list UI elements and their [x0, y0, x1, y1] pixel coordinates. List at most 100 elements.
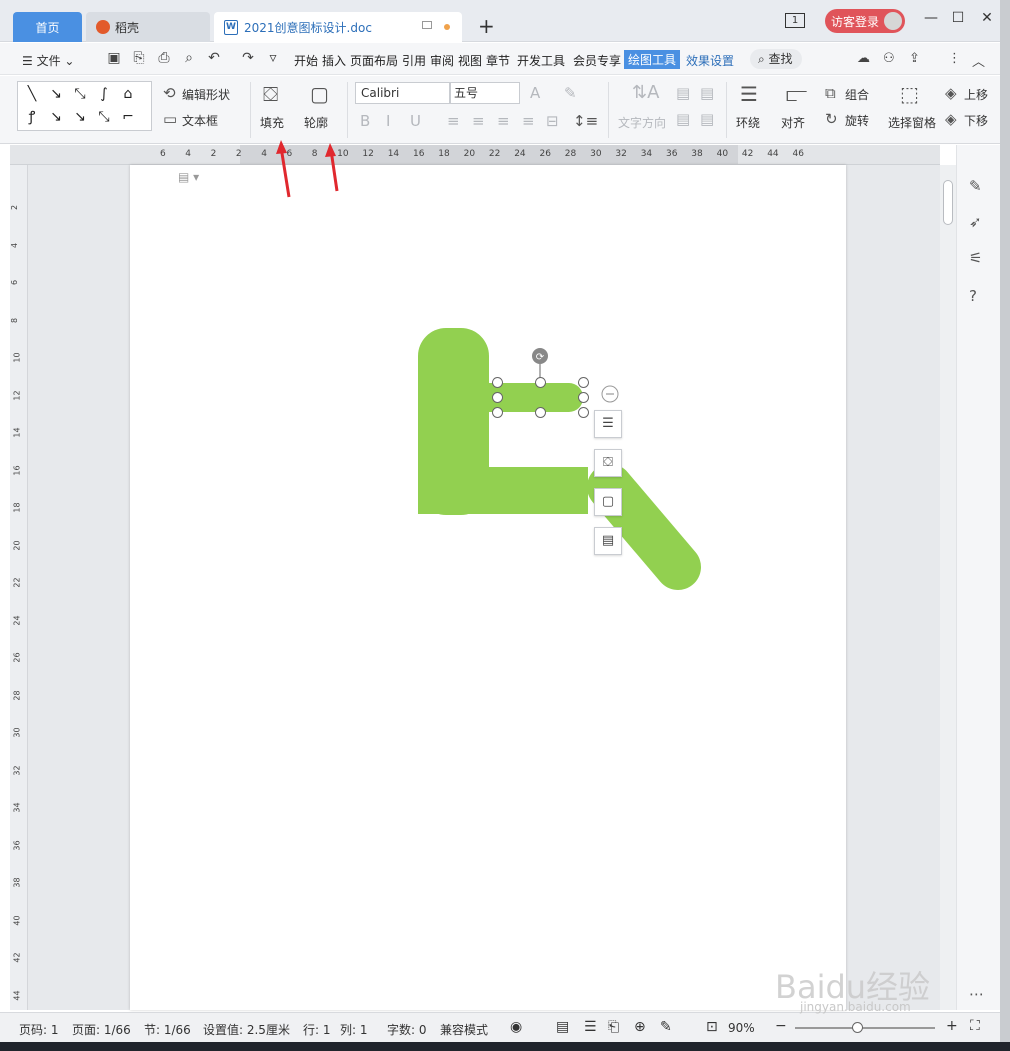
- curve-icon[interactable]: ∫: [94, 85, 114, 103]
- menu-draw-tools[interactable]: 绘图工具: [624, 50, 681, 69]
- line-spacing-icon[interactable]: ↕≡: [573, 112, 598, 130]
- export-icon[interactable]: ⎘: [131, 50, 147, 66]
- zoom-out-icon[interactable]: −: [775, 1018, 787, 1034]
- align-right-icon[interactable]: ≡: [497, 112, 510, 130]
- menu-view[interactable]: 视图: [458, 52, 482, 69]
- web-view-icon[interactable]: ⊕: [634, 1019, 646, 1035]
- resize-handle-w[interactable]: [492, 392, 503, 403]
- tab-daoke[interactable]: 稻壳: [86, 12, 210, 42]
- font-size-select[interactable]: 五号: [450, 82, 520, 104]
- rotate-button[interactable]: 旋转: [845, 112, 869, 129]
- search-button[interactable]: ⌕ 查找: [750, 49, 802, 69]
- status-words[interactable]: 字数: 0: [387, 1021, 427, 1038]
- align-button[interactable]: 对齐: [781, 114, 805, 131]
- page-view-icon[interactable]: ▤: [556, 1019, 569, 1035]
- status-pages[interactable]: 页面: 1/66: [72, 1021, 131, 1038]
- double-arrow-icon[interactable]: ⤡: [70, 85, 90, 103]
- highlight-icon[interactable]: ✎: [564, 84, 577, 102]
- print-preview-icon[interactable]: ⌕: [181, 50, 197, 66]
- shape-selected-bar[interactable]: [466, 383, 583, 412]
- tab-document[interactable]: W 2021创意图标设计.doc: [214, 12, 462, 42]
- save-icon[interactable]: ▣: [106, 50, 122, 66]
- font-name-select[interactable]: Calibri: [355, 82, 450, 104]
- connector-icon[interactable]: ↘: [46, 108, 66, 126]
- help-icon[interactable]: ?: [969, 287, 977, 305]
- line-icon[interactable]: ╲: [22, 85, 42, 103]
- fullscreen-icon[interactable]: ⛶: [970, 1018, 980, 1034]
- bold-icon[interactable]: B: [360, 112, 370, 130]
- pointer-icon[interactable]: ➶: [969, 213, 982, 231]
- menu-dev-tools[interactable]: 开发工具: [517, 52, 565, 69]
- float-fill-button[interactable]: ⛋: [594, 449, 622, 477]
- status-setting[interactable]: 设置值: 2.5厘米: [203, 1021, 290, 1038]
- add-user-icon[interactable]: ⚇: [883, 51, 895, 66]
- share-icon[interactable]: ⇪: [909, 51, 920, 66]
- redo-icon[interactable]: ↷: [240, 50, 256, 66]
- wrap-button[interactable]: 环绕: [736, 114, 760, 131]
- eye-protect-icon[interactable]: ◉: [510, 1019, 522, 1035]
- vertical-scrollbar[interactable]: [940, 165, 956, 1010]
- customize-icon[interactable]: ▿: [265, 50, 281, 66]
- window-count-badge[interactable]: 1: [785, 13, 805, 28]
- connector-arrow-icon[interactable]: ↘: [70, 108, 90, 126]
- document-page[interactable]: ▤ ▾ ⟳ ☰ ⛋ ▢ ▤: [130, 165, 846, 1010]
- group-button[interactable]: 组合: [845, 86, 869, 103]
- shape-horizontal-bar[interactable]: [418, 467, 588, 514]
- zoom-slider[interactable]: [795, 1027, 935, 1029]
- close-icon[interactable]: ✕: [977, 10, 997, 26]
- outline-button[interactable]: 轮廓: [304, 114, 328, 131]
- elbow-connector-icon[interactable]: ⌐: [118, 108, 138, 126]
- reading-view-icon[interactable]: ⎗: [608, 1019, 619, 1035]
- align-left-icon[interactable]: ≡: [447, 112, 460, 130]
- layout-options-button[interactable]: ☰: [594, 410, 622, 438]
- print-icon[interactable]: ⎙: [156, 50, 172, 66]
- arrow-icon[interactable]: ↘: [46, 85, 66, 103]
- text-box-button[interactable]: 文本框: [182, 112, 218, 129]
- status-page-code[interactable]: 页码: 1: [19, 1021, 59, 1038]
- italic-icon[interactable]: I: [386, 112, 390, 130]
- guest-login-button[interactable]: 访客登录: [825, 9, 905, 33]
- resize-handle-e[interactable]: [578, 392, 589, 403]
- float-text-box-button[interactable]: ▤: [594, 527, 622, 555]
- connector-double-icon[interactable]: ⤡: [94, 108, 114, 126]
- text-direction-button[interactable]: 文字方向: [618, 114, 666, 131]
- fill-button[interactable]: 填充: [260, 114, 284, 131]
- resize-handle-s[interactable]: [535, 407, 546, 418]
- scrollbar-thumb[interactable]: [943, 180, 953, 225]
- menu-review[interactable]: 审阅: [430, 52, 454, 69]
- status-row[interactable]: 行: 1: [303, 1021, 331, 1038]
- send-backward-button[interactable]: 下移: [964, 112, 988, 129]
- new-tab-button[interactable]: +: [478, 14, 495, 38]
- menu-page-layout[interactable]: 页面布局: [350, 52, 398, 69]
- menu-references[interactable]: 引用: [402, 52, 426, 69]
- text-box-align4-icon[interactable]: ▤: [700, 110, 714, 128]
- zoom-in-icon[interactable]: +: [946, 1018, 958, 1034]
- bring-forward-button[interactable]: 上移: [964, 86, 988, 103]
- resize-handle-ne[interactable]: [578, 377, 589, 388]
- status-compat[interactable]: 兼容模式: [440, 1021, 488, 1038]
- monitor-icon[interactable]: [422, 21, 432, 29]
- file-menu-button[interactable]: ☰ 文件 ⌄: [22, 52, 74, 69]
- minimize-icon[interactable]: —: [921, 10, 941, 26]
- more-dots-icon[interactable]: ⋯: [969, 985, 984, 1003]
- tab-home[interactable]: 首页: [13, 12, 82, 42]
- menu-member[interactable]: 会员专享: [573, 52, 621, 69]
- menu-insert[interactable]: 插入: [322, 52, 346, 69]
- pen-icon[interactable]: ✎: [969, 177, 982, 195]
- undo-icon[interactable]: ↶: [206, 50, 222, 66]
- selection-pane-button[interactable]: 选择窗格: [888, 114, 936, 131]
- zoom-value[interactable]: 90%: [728, 1021, 755, 1035]
- resize-handle-se[interactable]: [578, 407, 589, 418]
- float-outline-button[interactable]: ▢: [594, 488, 622, 516]
- text-box-align3-icon[interactable]: ▤: [676, 110, 690, 128]
- freeform-icon[interactable]: ⌂: [118, 85, 138, 103]
- more-icon[interactable]: ⋮: [948, 51, 961, 66]
- text-box-align-icon[interactable]: ▤: [676, 84, 690, 102]
- collapse-ribbon-icon[interactable]: ︿: [972, 51, 985, 70]
- resize-handle-sw[interactable]: [492, 407, 503, 418]
- edit-shape-button[interactable]: 编辑形状: [182, 86, 230, 103]
- write-mode-icon[interactable]: ✎: [660, 1019, 672, 1035]
- shape-gallery[interactable]: ╲ ↘ ⤡ ∫ ⌂ ꝭ ↘ ↘ ⤡ ⌐: [17, 81, 152, 131]
- align-center-icon[interactable]: ≡: [472, 112, 485, 130]
- maximize-icon[interactable]: ☐: [948, 10, 968, 26]
